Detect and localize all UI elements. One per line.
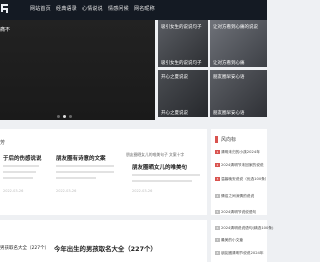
thumb-2-caption-top: 让对方看到心痛的说说 (213, 25, 258, 30)
thumb-1-caption-top: 吸引女生的说说句子 (161, 25, 202, 30)
article-2-excerpt-line (56, 165, 114, 167)
sidebar-item-7[interactable]: 7 最美的小文章 (215, 238, 243, 243)
sidebar-item-4[interactable]: 4 情侣之间深情的说说 (215, 194, 254, 199)
section-label: 芳 (0, 140, 6, 146)
sidebar-title: 风向标 (221, 137, 237, 143)
sidebar-item-8[interactable]: 8 朋友圈清明节说说2024年 (215, 251, 264, 256)
sidebar-trending-card: 风向标 (211, 129, 267, 215)
main-nav: 网站首页 经典语录 心情说说 情感问候 网名昵称 (30, 5, 160, 12)
article-3-excerpt-line (132, 174, 200, 176)
slider-dot-3[interactable] (69, 115, 72, 118)
sidebar-item-6[interactable]: 6 2024清明说说语句(精选100条) (215, 226, 274, 231)
thumb-4-caption-top: 朋友圈早安心语 (213, 75, 245, 80)
thumb-1-caption: 吸引女生的说说句子 (161, 61, 202, 66)
sidebar-accent (215, 136, 218, 143)
featured-thumb-1[interactable]: 吸引女生的说说句子 吸引女生的说说句子 (158, 20, 208, 67)
bottom-feature-title[interactable]: 今年出生的男孩取名大全（227个） (54, 244, 157, 253)
sidebar-item-2[interactable]: 2 2024清明节未回家的说说 (215, 163, 264, 168)
site-logo[interactable] (0, 3, 10, 15)
article-2-excerpt-line (56, 171, 114, 173)
article-1-excerpt-line (3, 165, 39, 167)
slider-dots (57, 115, 72, 118)
article-2-date: 2022-03-26 (56, 189, 77, 193)
article-1-excerpt-line (3, 177, 33, 179)
article-3-title[interactable]: 朋友圈晒女儿的唯美句 (132, 163, 187, 171)
thumb-3-caption-top: 开心之夏说说 (161, 75, 188, 80)
nav-item-greetings[interactable]: 情感问候 (108, 5, 134, 12)
nav-item-home[interactable]: 网站首页 (30, 5, 56, 12)
slider-dot-1[interactable] (57, 115, 60, 118)
article-2-excerpt-line (56, 177, 96, 179)
featured-thumb-4[interactable]: 朋友圈早安心语 朋友圈早安心语 (210, 70, 267, 117)
sidebar-item-3[interactable]: 3 温馨晚安说说（优选100条） (215, 177, 269, 182)
article-1-excerpt-line (3, 171, 36, 173)
sidebar-item-5[interactable]: 5 2024清明节说说语句 (215, 210, 256, 215)
slider-dot-2[interactable] (63, 115, 66, 118)
nav-item-quotes[interactable]: 经典语录 (56, 5, 82, 12)
hero-slider[interactable]: 痛不 (0, 20, 155, 120)
nav-item-nicknames[interactable]: 网名昵称 (134, 5, 160, 12)
top-navbar: 网站首页 经典语录 心情说说 情感问候 网名昵称 (0, 0, 267, 20)
article-3-image-alt[interactable]: 朋友圈晒女儿的唯美句子 文案十字 (126, 152, 184, 158)
article-3-excerpt-line (132, 180, 192, 182)
hero-title[interactable]: 痛不 (0, 26, 10, 33)
sidebar-item-1[interactable]: 1 清明未归的小孩2024年 (215, 150, 260, 155)
featured-thumb-3[interactable]: 开心之夏说说 开心之夏说说 (158, 70, 208, 117)
article-1-date: 2022-03-26 (3, 189, 24, 193)
bottom-articles-card (0, 220, 207, 262)
main-articles-card: 芳 于后的伤感说说 2022-03-26 朋友圈有诗意的文案 2022-03-2… (0, 129, 207, 215)
bottom-list-item[interactable]: 男孩取名大全（227个） (0, 245, 49, 251)
thumb-3-caption: 开心之夏说说 (161, 111, 188, 116)
article-2-title[interactable]: 朋友圈有诗意的文案 (56, 154, 106, 162)
article-1-title[interactable]: 于后的伤感说说 (3, 154, 42, 162)
article-3-date: 2022-03-26 (132, 189, 153, 193)
thumb-2-caption: 让对方看到心痛 (213, 61, 245, 66)
nav-item-mood[interactable]: 心情说说 (82, 5, 108, 12)
thumb-4-caption: 朋友圈早安心语 (213, 111, 245, 116)
featured-thumb-2[interactable]: 让对方看到心痛的说说 让对方看到心痛 (210, 20, 267, 67)
